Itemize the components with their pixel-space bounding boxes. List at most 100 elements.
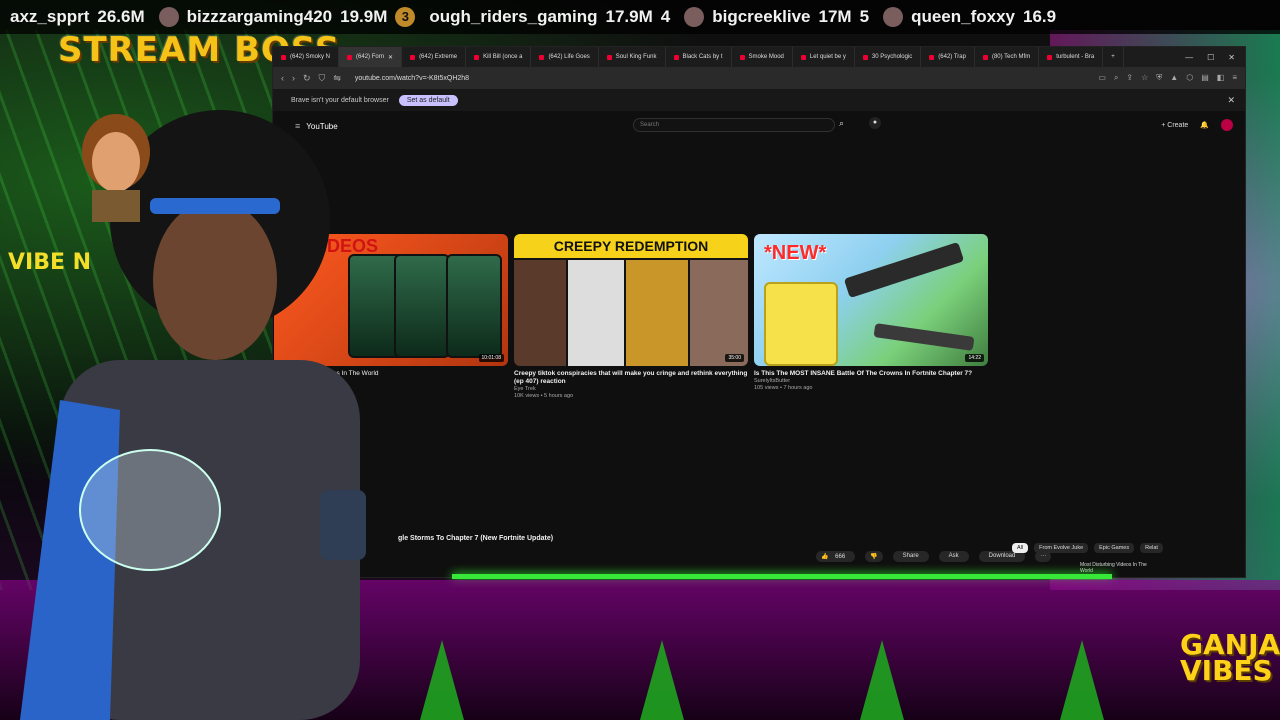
browser-tab[interactable]: Soul King Funk: [599, 47, 666, 67]
thumbnail-weapon: [843, 241, 965, 299]
thumbnail-face: [690, 260, 748, 366]
star-icon[interactable]: ☆: [1141, 73, 1148, 83]
close-icon[interactable]: ✕: [388, 54, 393, 61]
rewards-icon[interactable]: ▲: [1170, 73, 1178, 83]
maximize-icon[interactable]: ☐: [1207, 53, 1214, 62]
video-card[interactable]: *NEW* 14:22 Is This The MOST INSANE Batt…: [754, 234, 988, 392]
video-title[interactable]: Creepy tiktok conspiracies that will mak…: [514, 370, 748, 386]
tab-label: (642) Forn: [356, 54, 385, 60]
share-icon[interactable]: ⇪: [1126, 73, 1133, 83]
leaf-icon: [420, 640, 464, 720]
tab-strip: (642) Smoky N (642) Forn ✕ (642) Extreme …: [273, 47, 1245, 67]
back-icon[interactable]: ‹: [281, 73, 284, 83]
zoom-icon[interactable]: ⌕: [1114, 73, 1118, 83]
close-window-icon[interactable]: ✕: [1228, 53, 1235, 62]
ticker-name: axz_spprt: [10, 7, 90, 26]
url-field[interactable]: youtube.com/watch?v=-K8t5xQH2h8: [355, 75, 469, 82]
youtube-favicon-icon: [474, 54, 480, 60]
browser-tab[interactable]: Let quiet be y: [793, 47, 855, 67]
dislike-button[interactable]: 👎: [865, 551, 883, 562]
reload-icon[interactable]: ↻: [303, 73, 311, 84]
new-tab-button[interactable]: +: [1103, 47, 1124, 67]
share-button[interactable]: Share: [892, 551, 929, 562]
minimize-icon[interactable]: —: [1185, 53, 1193, 62]
video-card[interactable]: CREEPY REDEMPTION 35:00 Creepy tiktok co…: [514, 234, 748, 400]
tab-label: Soul King Funk: [615, 54, 657, 60]
screen-icon[interactable]: ▭: [1098, 73, 1106, 83]
address-bar-row: ‹ › ↻ ⛉ ⇋ youtube.com/watch?v=-K8t5xQH2h…: [273, 67, 1245, 89]
youtube-favicon-icon: [862, 54, 868, 60]
channel-name[interactable]: SurelyItsButter: [754, 378, 988, 385]
cartoon-avatar: [82, 114, 150, 222]
browser-tab[interactable]: (642) Smoky N: [273, 47, 340, 67]
thumbnail-panel: [446, 254, 502, 358]
browser-tab[interactable]: (642) Trap: [921, 47, 975, 67]
leaf-icon: [640, 640, 684, 720]
ganja-vibes-logo: GANJA VIBES: [1180, 631, 1280, 685]
side-video-title[interactable]: Most Disturbing Videos In The World: [1080, 562, 1160, 574]
chip-all[interactable]: All: [1012, 543, 1029, 553]
site-info-icon[interactable]: ⇋: [333, 73, 341, 84]
forward-icon[interactable]: ›: [292, 73, 295, 83]
video-thumbnail[interactable]: CREEPY REDEMPTION 35:00: [514, 234, 748, 366]
chip[interactable]: From Evolve Juke: [1034, 543, 1089, 553]
browser-tab-active[interactable]: (642) Forn ✕: [339, 47, 403, 67]
ticker-rank: 5: [859, 7, 870, 26]
youtube-favicon-icon: [929, 54, 935, 60]
chip[interactable]: Relat: [1140, 543, 1163, 553]
browser-tab[interactable]: 30 Psychologic: [855, 47, 922, 67]
duration-badge: 14:22: [965, 354, 984, 362]
thumbnail-face: [514, 260, 566, 366]
youtube-favicon-icon: [410, 54, 416, 60]
video-thumbnail[interactable]: *NEW* 14:22: [754, 234, 988, 366]
create-button[interactable]: + Create: [1161, 122, 1188, 129]
brave-shield-icon[interactable]: ⛨: [1156, 73, 1162, 83]
ticker-name: bigcreeklive: [712, 7, 811, 26]
sidebar-icon[interactable]: ▤: [1201, 73, 1209, 83]
avatar[interactable]: [1221, 119, 1233, 131]
window-controls: — ☐ ✕: [1185, 53, 1245, 62]
avatar: [883, 7, 904, 27]
wallet-icon[interactable]: ◧: [1217, 73, 1225, 83]
browser-tab[interactable]: (80) Tech Mfm: [975, 47, 1040, 67]
green-neon-bar: [452, 574, 1112, 579]
youtube-header-right: + Create 🔔: [1161, 119, 1233, 131]
chip[interactable]: Epic Games: [1094, 543, 1135, 553]
thumbnail-heading: *NEW*: [764, 242, 827, 264]
tab-label: 30 Psychologic: [871, 54, 913, 60]
search-icon[interactable]: ⌕: [839, 118, 844, 129]
search-input[interactable]: Search: [633, 118, 835, 132]
ticker-item: bigcreeklive 17M 5: [684, 7, 869, 27]
video-title[interactable]: Is This The MOST INSANE Battle Of The Cr…: [754, 370, 988, 378]
vibe-text: VIBE N: [8, 250, 92, 275]
leaf-icon: [1060, 640, 1104, 720]
youtube-favicon-icon: [800, 54, 806, 60]
channel-name[interactable]: Eye Trek: [514, 386, 748, 393]
browser-tab[interactable]: (642) Life Goes: [531, 47, 599, 67]
rank-badge: 3: [395, 7, 416, 27]
microphone-icon[interactable]: ●: [869, 117, 881, 129]
related-chips: All From Evolve Juke Epic Games Relat: [1012, 543, 1163, 553]
bookmark-icon[interactable]: ⛉: [319, 73, 326, 84]
ticker-count: 19.9M: [340, 7, 388, 26]
like-button[interactable]: 👍 666: [816, 551, 856, 562]
extensions-icon[interactable]: ⬡: [1186, 73, 1193, 83]
generic-favicon-icon: [1047, 54, 1053, 60]
close-icon[interactable]: ✕: [1227, 95, 1235, 106]
glass-piece: [79, 449, 221, 571]
ticker-count: 26.6M: [97, 7, 145, 26]
set-default-button[interactable]: Set as default: [398, 94, 458, 106]
browser-tab[interactable]: turbulent - Bra: [1039, 47, 1104, 67]
tab-label: (642) Life Goes: [548, 54, 590, 60]
browser-tab[interactable]: Black Cats by t: [666, 47, 732, 67]
tab-label: (642) Smoky N: [290, 54, 331, 60]
menu-icon[interactable]: ≡: [1232, 73, 1237, 83]
streamer-sleeve: [20, 400, 120, 720]
ask-button[interactable]: Ask: [938, 551, 969, 562]
youtube-favicon-icon: [347, 54, 353, 60]
notifications-icon[interactable]: 🔔: [1200, 121, 1209, 129]
thumbnail-heading: CREEPY REDEMPTION: [514, 234, 748, 258]
browser-tab[interactable]: (642) Extreme: [402, 47, 467, 67]
browser-tab[interactable]: Kill Bill (once a: [466, 47, 532, 67]
browser-tab[interactable]: Smoke Mood: [732, 47, 793, 67]
